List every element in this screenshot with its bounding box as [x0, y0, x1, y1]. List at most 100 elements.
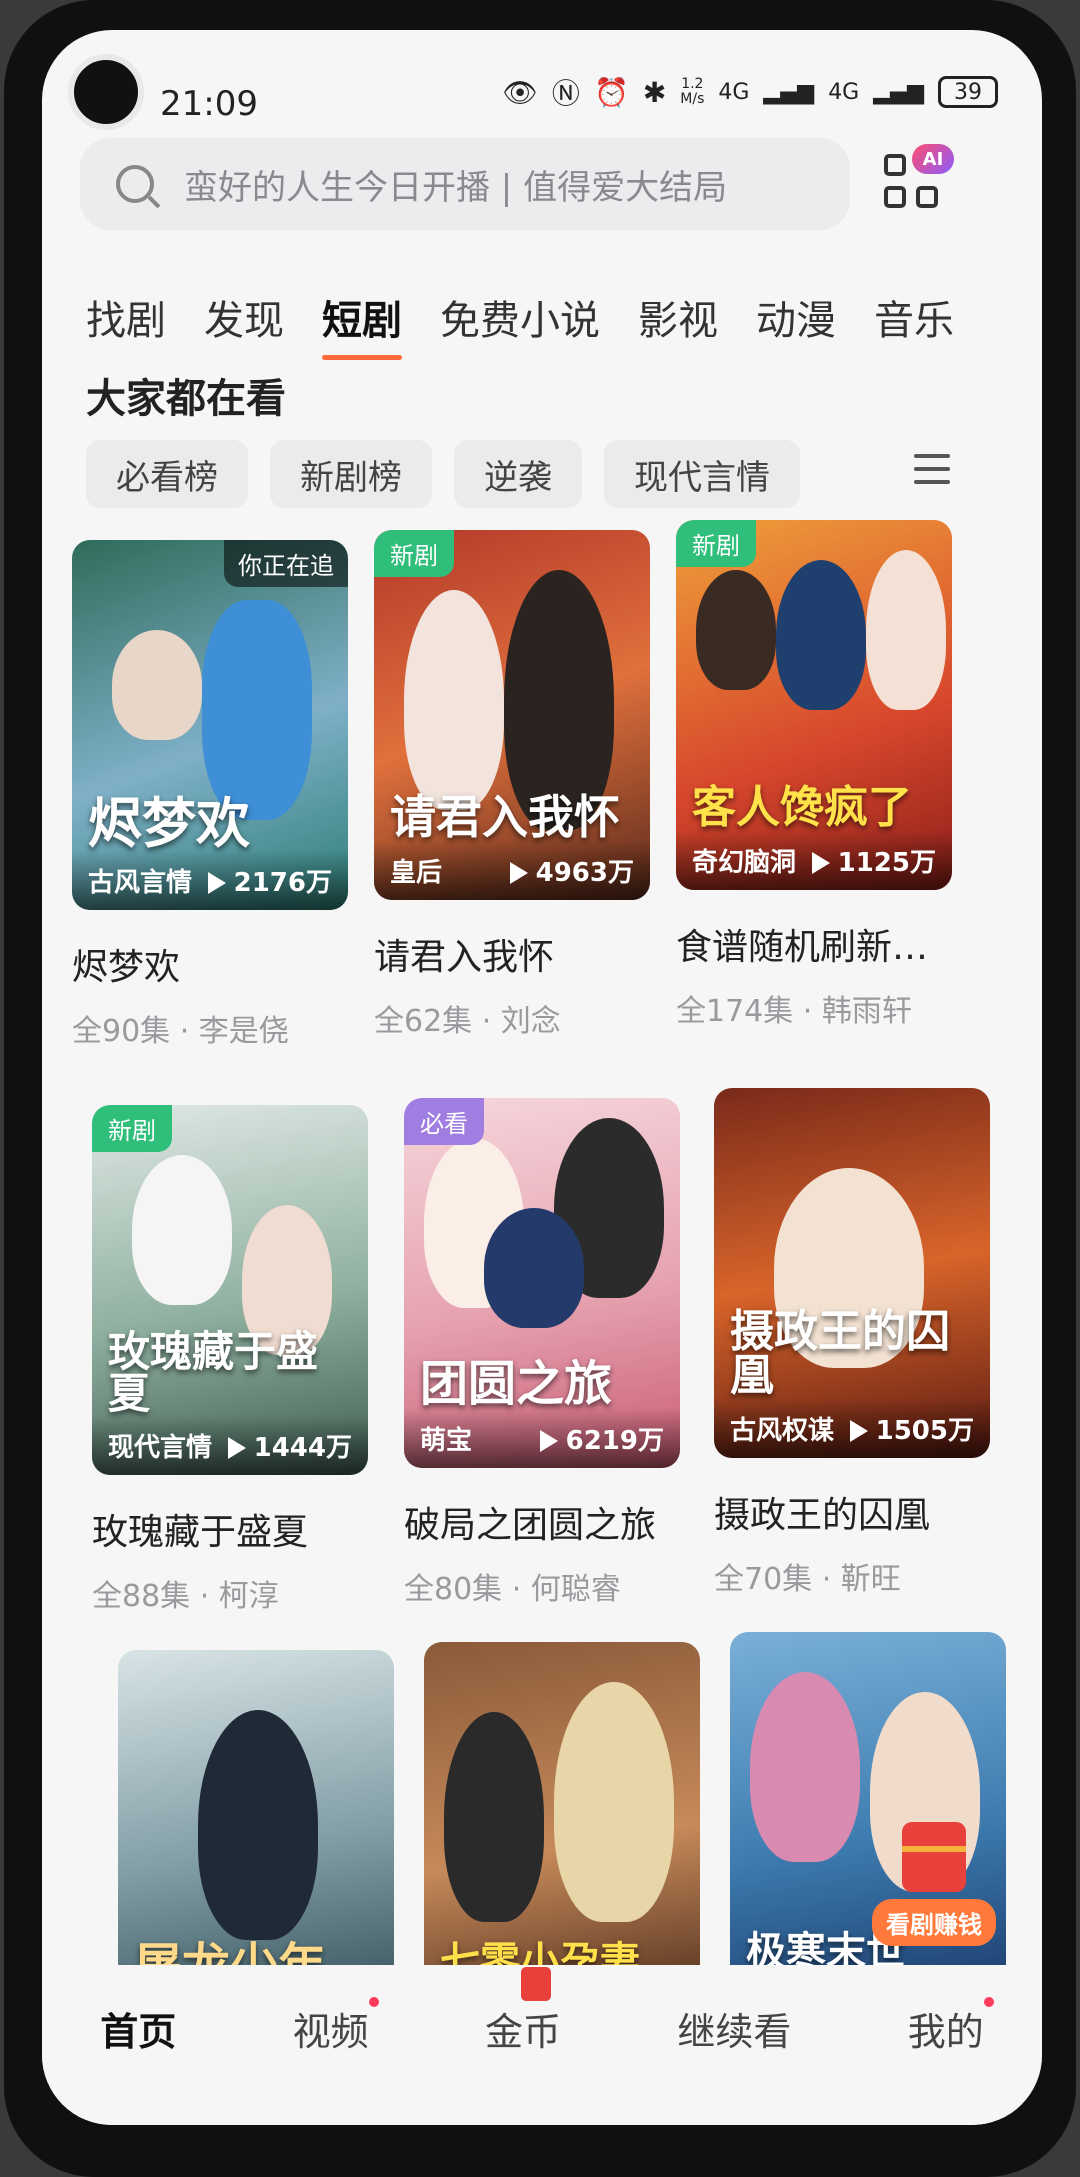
view-count: 4963万 — [535, 857, 634, 888]
drama-card[interactable]: 你正在追 烬梦欢 古风言情 2176万 烬梦欢 全90集 · 李是侥 — [72, 540, 348, 1050]
nav-video-label: 视频 — [292, 2010, 369, 2054]
search-placeholder[interactable]: 蛮好的人生今日开播 | 值得爱大结局 — [184, 160, 834, 209]
search-bar[interactable]: 蛮好的人生今日开播 | 值得爱大结局 — [80, 138, 850, 230]
view-count: 6219万 — [565, 1425, 664, 1456]
card-title[interactable]: 食谱随机刷新… — [676, 918, 952, 970]
drama-poster[interactable]: 新剧 客人馋疯了 奇幻脑洞 1125万 — [676, 520, 952, 890]
drama-poster[interactable]: 必看 团圆之旅 萌宝 6219万 — [404, 1098, 680, 1468]
drama-card[interactable]: 新剧 客人馋疯了 奇幻脑洞 1125万 食谱随机刷新… 全174集 · 韩雨轩 — [676, 520, 952, 1030]
nav-home[interactable]: 首页 — [100, 2001, 176, 2056]
poster-title: 团圆之旅 — [420, 1356, 613, 1412]
card-meta: 全70集 · 靳旺 — [714, 1562, 901, 1597]
nav-continue[interactable]: 继续看 — [677, 2001, 791, 2056]
episode-count: 全88集 — [92, 1579, 191, 1614]
drama-poster[interactable]: 新剧 请君入我怀 皇后 4963万 — [374, 530, 650, 900]
drama-poster[interactable]: 极寒末世 — [730, 1632, 1006, 2002]
tab-free-novels[interactable]: 免费小说 — [440, 288, 600, 346]
earn-money-button[interactable]: 看剧赚钱 — [872, 1899, 996, 1946]
tab-short-drama[interactable]: 短剧 — [322, 288, 402, 360]
nav-profile[interactable]: 我的 — [907, 1997, 994, 2056]
red-envelope-icon[interactable] — [902, 1822, 966, 1892]
new-badge: 新剧 — [676, 520, 756, 567]
card-title[interactable]: 玫瑰藏于盛夏 — [92, 1503, 368, 1555]
menu-icon[interactable] — [914, 454, 950, 493]
drama-poster[interactable]: 新剧 玫瑰藏于盛夏 现代言情 1444万 — [92, 1105, 368, 1475]
episode-count: 全70集 — [714, 1562, 813, 1597]
filter-chips: 必看榜 新剧榜 逆袭 现代言情 — [86, 440, 800, 508]
chip-modern-romance[interactable]: 现代言情 — [604, 440, 800, 508]
card-title[interactable]: 烬梦欢 — [72, 938, 348, 990]
phone-frame: 21:09 👁 Ⓝ ⏰ ✱ 1.2 M/s 4G ▂▄▆ 4G ▂▄▆ 39 蛮好… — [4, 0, 1076, 2177]
drama-card[interactable]: 必看 团圆之旅 萌宝 6219万 破局之团圆之旅 全80集 · 何聪睿 — [404, 1098, 680, 1608]
tab-music[interactable]: 音乐 — [874, 288, 954, 346]
signal-2: 4G — [828, 79, 860, 105]
nav-profile-label: 我的 — [907, 2010, 984, 2054]
chip-must-watch[interactable]: 必看榜 — [86, 440, 248, 508]
status-icons: 👁 Ⓝ ⏰ ✱ 1.2 M/s 4G ▂▄▆ 4G ▂▄▆ 39 — [502, 72, 998, 112]
drama-poster[interactable]: 七零小孕妻 — [424, 1642, 700, 2012]
drama-card[interactable]: 摄政王的囚凰 古风权谋 1505万 摄政王的囚凰 全70集 · 靳旺 — [714, 1088, 990, 1598]
chip-new-drama[interactable]: 新剧榜 — [270, 440, 432, 508]
poster-info: 奇幻脑洞 1125万 — [676, 830, 952, 890]
section-title: 大家都在看 — [86, 376, 286, 422]
poster-info: 现代言情 1444万 — [92, 1415, 368, 1475]
tab-movies[interactable]: 影视 — [638, 288, 718, 346]
nfc-icon: Ⓝ — [551, 77, 580, 110]
play-icon — [539, 1430, 558, 1452]
view-count: 1125万 — [837, 847, 936, 878]
genre-label: 萌宝 — [420, 1425, 473, 1456]
bluetooth-icon: ✱ — [642, 75, 667, 109]
card-meta: 全90集 · 李是侥 — [72, 1014, 289, 1049]
nav-coins[interactable]: 金币 — [485, 1967, 561, 2056]
poster-info: 古风权谋 1505万 — [714, 1398, 990, 1458]
tab-discover[interactable]: 发现 — [204, 288, 284, 346]
card-title[interactable]: 破局之团圆之旅 — [404, 1496, 680, 1548]
card-title[interactable]: 摄政王的囚凰 — [714, 1486, 990, 1538]
tab-anime[interactable]: 动漫 — [756, 288, 836, 346]
battery-indicator: 39 — [938, 76, 998, 108]
alarm-icon: ⏰ — [593, 75, 629, 109]
card-title[interactable]: 请君入我怀 — [374, 928, 650, 980]
episode-count: 全80集 — [404, 1572, 503, 1607]
genre-label: 古风权谋 — [730, 1415, 835, 1446]
drama-poster[interactable]: 你正在追 烬梦欢 古风言情 2176万 — [72, 540, 348, 910]
app-screen: 21:09 👁 Ⓝ ⏰ ✱ 1.2 M/s 4G ▂▄▆ 4G ▂▄▆ 39 蛮好… — [42, 30, 1042, 2125]
search-icon — [116, 165, 154, 203]
drama-card[interactable]: 新剧 玫瑰藏于盛夏 现代言情 1444万 玫瑰藏于盛夏 全88集 · 柯淳 — [92, 1105, 368, 1615]
front-camera — [68, 54, 144, 130]
play-icon — [207, 872, 226, 894]
signal-bars-icon: ▂▄▆ — [763, 79, 815, 105]
poster-info: 萌宝 6219万 — [404, 1408, 680, 1468]
play-icon — [811, 852, 830, 874]
new-badge: 新剧 — [374, 530, 454, 577]
actor-name: 何聪睿 — [530, 1572, 621, 1607]
drama-card[interactable]: 新剧 请君入我怀 皇后 4963万 请君入我怀 全62集 · 刘念 — [374, 530, 650, 1040]
nav-video[interactable]: 视频 — [292, 1997, 379, 2056]
episode-count: 全62集 — [374, 1004, 473, 1039]
card-meta: 全88集 · 柯淳 — [92, 1579, 279, 1614]
card-meta: 全174集 · 韩雨轩 — [676, 994, 912, 1029]
ai-badge[interactable]: AI — [912, 144, 954, 174]
episode-count: 全90集 — [72, 1014, 171, 1049]
genre-label: 皇后 — [390, 857, 443, 888]
net-speed: 1.2 M/s — [680, 76, 705, 107]
drama-card[interactable]: 极寒末世 看剧赚钱 — [730, 1632, 1006, 2002]
poster-title: 摄政王的囚凰 — [730, 1306, 950, 1401]
actor-name: 靳旺 — [840, 1562, 901, 1597]
drama-poster[interactable]: 摄政王的囚凰 古风权谋 1505万 — [714, 1088, 990, 1458]
bottom-nav: 首页 视频 金币 继续看 我的 — [42, 1965, 1042, 2125]
actor-name: 刘念 — [500, 1004, 561, 1039]
poster-title: 玫瑰藏于盛夏 — [108, 1327, 319, 1418]
tab-find[interactable]: 找剧 — [86, 288, 166, 346]
view-count: 2176万 — [233, 867, 332, 898]
genre-label: 奇幻脑洞 — [692, 847, 797, 878]
notification-dot — [983, 1997, 994, 2007]
status-time: 21:09 — [160, 84, 258, 124]
new-badge: 新剧 — [92, 1105, 172, 1152]
watching-label: 你正在追 — [224, 540, 348, 587]
play-icon — [227, 1437, 246, 1459]
poster-info: 皇后 4963万 — [374, 840, 650, 900]
eye-icon: 👁 — [502, 75, 538, 109]
chip-comeback[interactable]: 逆袭 — [454, 440, 582, 508]
drama-card[interactable]: 七零小孕妻 — [424, 1642, 700, 2012]
